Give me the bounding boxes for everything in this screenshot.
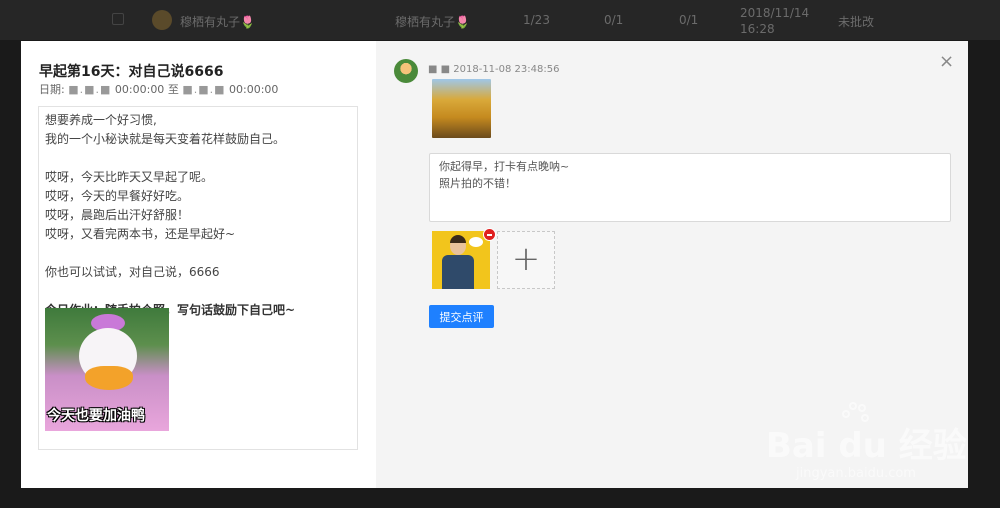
avatar	[152, 10, 172, 30]
task-date-range: 日期: ■.■.■ 00:00:00 至 ■.■.■ 00:00:00	[39, 81, 278, 97]
content-line: 哎呀，又看完两本书，还是早起好~	[45, 227, 236, 241]
end-time: 00:00:00	[229, 83, 279, 96]
task-panel: 早起第16天：对自己说6666 日期: ■.■.■ 00:00:00 至 ■.■…	[21, 41, 376, 488]
plus-icon: +	[511, 239, 541, 279]
uploaded-image-thumbnail[interactable]	[432, 231, 490, 289]
avatar	[394, 59, 418, 83]
content-line: 我的一个小秘诀就是每天变着花样鼓励自己。	[45, 132, 286, 146]
watermark-brand: Bai du 经验	[766, 426, 967, 466]
content-spacer	[45, 149, 351, 168]
content-line: 你也可以试试，对自己说，6666	[45, 265, 220, 279]
row-checkbox	[112, 13, 124, 25]
submit-time: 16:28	[740, 22, 775, 36]
page-title: 早起第16天：对自己说6666	[39, 64, 224, 80]
content-line: 想要养成一个好习惯,	[45, 113, 157, 127]
content-spacer	[45, 244, 351, 263]
date-separator: 至	[167, 83, 179, 96]
submit-date: 2018/11/14	[740, 6, 810, 20]
date-label: 日期:	[39, 83, 65, 96]
image-caption: 今天也要加油鸭	[47, 408, 145, 424]
background-table-row: 穆栖有丸子🌷 穆栖有丸子🌷 1/23 0/1 0/1 2018/11/14 16…	[0, 0, 1000, 40]
remove-image-icon[interactable]	[483, 228, 496, 241]
progress-count: 1/23	[523, 13, 550, 27]
content-line: 哎呀，晨跑后出汗好舒服！	[45, 208, 190, 222]
task-content: 想要养成一个好习惯, 我的一个小秘诀就是每天变着花样鼓励自己。 哎呀，今天比昨天…	[38, 106, 358, 450]
student-name: 穆栖有丸子🌷	[180, 15, 255, 29]
task-image: 今天也要加油鸭	[45, 308, 169, 431]
watermark-url: jingyan.baidu.com	[796, 466, 916, 481]
submit-review-button[interactable]: 提交点评	[429, 305, 494, 328]
add-image-button[interactable]: +	[497, 231, 555, 289]
watermark: Bai du 经验 jingyan.baidu.com	[744, 402, 967, 490]
submitted-photo[interactable]	[432, 79, 491, 138]
stat-2: 0/1	[679, 13, 699, 27]
content-line: 哎呀，今天比昨天又早起了呢。	[45, 170, 214, 184]
status-badge: 未批改	[838, 15, 875, 29]
close-icon[interactable]: ×	[939, 53, 954, 71]
comment-textarea[interactable]: 你起得早，打卡有点晚呐~ 照片拍的不错！	[429, 153, 951, 222]
submission-meta: ■ ■ 2018-11-08 23:48:56	[428, 64, 559, 75]
user-name: ■ ■	[428, 64, 451, 75]
stat-1: 0/1	[604, 13, 624, 27]
submission-timestamp: 2018-11-08 23:48:56	[453, 64, 560, 75]
content-line: 哎呀，今天的早餐好好吃。	[45, 189, 190, 203]
start-time: 00:00:00	[114, 83, 165, 96]
end-date: ■.■.■	[182, 83, 226, 96]
start-date: ■.■.■	[68, 83, 112, 96]
student-name-2: 穆栖有丸子🌷	[395, 15, 470, 29]
content-spacer	[45, 282, 351, 301]
